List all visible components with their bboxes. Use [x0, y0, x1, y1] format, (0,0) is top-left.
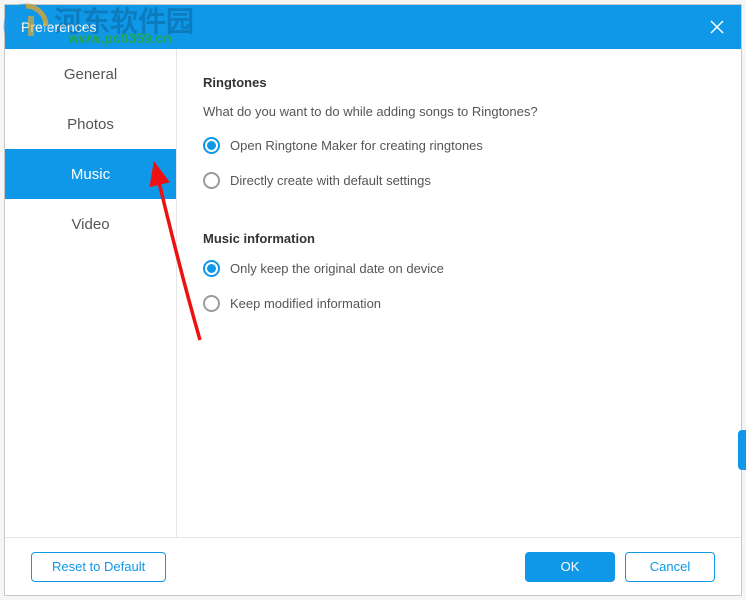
radio-icon	[203, 295, 220, 312]
tab-music[interactable]: Music	[5, 149, 176, 199]
cancel-button[interactable]: Cancel	[625, 552, 715, 582]
body: General Photos Music Video Ringtones Wha…	[5, 49, 741, 537]
content: Ringtones What do you want to do while a…	[177, 49, 741, 537]
button-label: Reset to Default	[52, 559, 145, 574]
radio-label: Only keep the original date on device	[230, 261, 444, 276]
preferences-window: Preferences General Photos Music Video R…	[4, 4, 742, 596]
close-button[interactable]	[693, 5, 741, 49]
footer: Reset to Default OK Cancel	[5, 537, 741, 595]
radio-label: Keep modified information	[230, 296, 381, 311]
sidebar: General Photos Music Video	[5, 49, 177, 537]
tab-video[interactable]: Video	[5, 199, 176, 249]
tab-label: Photos	[67, 116, 114, 133]
tab-label: Video	[71, 216, 109, 233]
tab-general[interactable]: General	[5, 49, 176, 99]
radio-default-settings[interactable]: Directly create with default settings	[203, 172, 715, 189]
window-title: Preferences	[21, 19, 96, 35]
reset-button[interactable]: Reset to Default	[31, 552, 166, 582]
close-icon	[709, 19, 725, 35]
radio-modified-info[interactable]: Keep modified information	[203, 295, 715, 312]
ringtones-title: Ringtones	[203, 75, 715, 90]
ok-button[interactable]: OK	[525, 552, 615, 582]
radio-original-date[interactable]: Only keep the original date on device	[203, 260, 715, 277]
musicinfo-title: Music information	[203, 231, 715, 246]
ringtones-question: What do you want to do while adding song…	[203, 104, 715, 119]
radio-icon	[203, 260, 220, 277]
radio-label: Open Ringtone Maker for creating rington…	[230, 138, 483, 153]
titlebar: Preferences	[5, 5, 741, 49]
button-label: Cancel	[650, 559, 690, 574]
tab-label: General	[64, 66, 117, 83]
radio-ringtone-maker[interactable]: Open Ringtone Maker for creating rington…	[203, 137, 715, 154]
button-label: OK	[561, 559, 580, 574]
radio-icon	[203, 172, 220, 189]
radio-label: Directly create with default settings	[230, 173, 431, 188]
radio-icon	[203, 137, 220, 154]
side-handle	[738, 430, 746, 470]
tab-label: Music	[71, 166, 110, 183]
tab-photos[interactable]: Photos	[5, 99, 176, 149]
